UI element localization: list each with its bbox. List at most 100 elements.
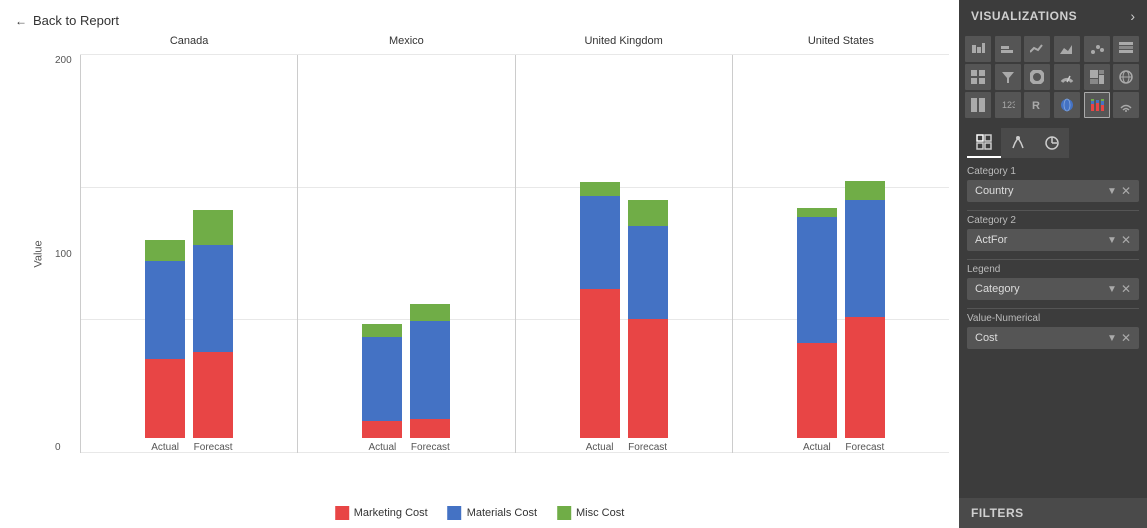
bar-segment-misc <box>145 240 185 261</box>
cat2-pill[interactable]: ActFor ▼ ✕ <box>967 229 1139 251</box>
bar-segment-materials <box>410 321 450 419</box>
viz-icon-stacked-col-active[interactable] <box>1084 92 1110 118</box>
bar-segment-marketing <box>362 421 402 438</box>
viz-icon-stacked-bar[interactable] <box>965 36 991 62</box>
bars-row-1: ActualForecast <box>298 55 514 453</box>
bar-segment-misc <box>580 182 620 196</box>
value-label: Value-Numerical <box>967 313 1139 324</box>
country-label-0: Canada <box>170 35 209 47</box>
legend-pill[interactable]: Category ▼ ✕ <box>967 278 1139 300</box>
bar-stack-2-0 <box>580 182 620 438</box>
bar-xlabel-1-0: Actual <box>368 442 396 453</box>
bar-segment-materials <box>145 261 185 359</box>
bars-container: CanadaActualForecastMexicoActualForecast… <box>80 55 949 453</box>
bar-xlabel-2-1: Forecast <box>628 442 667 453</box>
filters-header: FILTERS <box>959 498 1147 528</box>
value-pill[interactable]: Cost ▼ ✕ <box>967 327 1139 349</box>
chart-plot: CanadaActualForecastMexicoActualForecast… <box>80 55 949 453</box>
legend-actions: ▼ ✕ <box>1107 282 1131 296</box>
cat2-label: Category 2 <box>967 215 1139 226</box>
bar-stack-0-1 <box>193 210 233 438</box>
panel-expand-chevron[interactable]: › <box>1130 8 1135 24</box>
viz-icon-treemap[interactable] <box>1084 64 1110 90</box>
bar-stack-1-1 <box>410 304 450 438</box>
viz-icon-matrix[interactable] <box>965 64 991 90</box>
viz-icon-globe[interactable] <box>1113 64 1139 90</box>
divider-1 <box>967 210 1139 211</box>
bar-xlabel-3-0: Actual <box>803 442 831 453</box>
legend-chevron[interactable]: ▼ <box>1107 284 1117 295</box>
cat1-pill[interactable]: Country ▼ ✕ <box>967 180 1139 202</box>
value-value: Cost <box>975 332 998 344</box>
chart-legend: Marketing Cost Materials Cost Misc Cost <box>335 506 625 520</box>
bar-xlabel-3-1: Forecast <box>845 442 884 453</box>
back-button-label: Back to Report <box>33 13 119 28</box>
country-label-2: United Kingdom <box>584 35 662 47</box>
value-actions: ▼ ✕ <box>1107 331 1131 345</box>
viz-icon-bar[interactable] <box>995 36 1021 62</box>
country-group-united-states: United StatesActualForecast <box>732 55 949 453</box>
visualizations-header: VISUALIZATIONS › <box>959 0 1147 32</box>
cat1-chevron[interactable]: ▼ <box>1107 186 1117 197</box>
viz-icon-table[interactable] <box>1113 36 1139 62</box>
cat1-label: Category 1 <box>967 166 1139 177</box>
legend-misc: Misc Cost <box>557 506 624 520</box>
legend-materials-label: Materials Cost <box>467 507 537 519</box>
tab-analytics[interactable] <box>1035 128 1069 158</box>
viz-tabs <box>959 122 1147 158</box>
bar-segment-misc <box>628 200 668 226</box>
value-chevron[interactable]: ▼ <box>1107 333 1117 344</box>
field-section-value: Value-Numerical Cost ▼ ✕ <box>967 313 1139 349</box>
fields-area: Category 1 Country ▼ ✕ Category 2 ActFor… <box>959 158 1147 498</box>
country-group-united-kingdom: United KingdomActualForecast <box>515 55 732 453</box>
bar-stack-3-1 <box>845 181 885 438</box>
bar-segment-marketing <box>580 289 620 438</box>
field-section-cat1: Category 1 Country ▼ ✕ <box>967 166 1139 202</box>
viz-icon-map-filled[interactable] <box>1054 92 1080 118</box>
cat1-remove[interactable]: ✕ <box>1121 184 1131 198</box>
viz-icon-line[interactable] <box>1024 36 1050 62</box>
viz-icon-kpi[interactable]: 123 <box>995 92 1021 118</box>
bars-row-2: Actual Forecast <box>516 55 732 453</box>
bar-col-3-1: Forecast <box>845 181 885 453</box>
bar-segment-misc <box>410 304 450 321</box>
value-remove[interactable]: ✕ <box>1121 331 1131 345</box>
country-group-canada: CanadaActualForecast <box>80 55 297 453</box>
divider-3 <box>967 308 1139 309</box>
bar-segment-misc <box>193 210 233 245</box>
cat2-remove[interactable]: ✕ <box>1121 233 1131 247</box>
bar-segment-misc <box>797 208 837 217</box>
viz-icon-cards[interactable] <box>965 92 991 118</box>
viz-icon-scatter[interactable] <box>1084 36 1110 62</box>
viz-icon-area[interactable] <box>1054 36 1080 62</box>
viz-icon-r-icon[interactable]: R <box>1024 92 1050 118</box>
bar-segment-misc <box>845 181 885 200</box>
viz-icon-donut[interactable] <box>1024 64 1050 90</box>
bar-segment-materials <box>580 196 620 289</box>
legend-marketing: Marketing Cost <box>335 506 428 520</box>
back-arrow-icon: ← <box>15 14 27 28</box>
cat2-chevron[interactable]: ▼ <box>1107 235 1117 246</box>
bar-xlabel-2-0: Actual <box>586 442 614 453</box>
viz-icons-grid: 123 R <box>959 32 1147 122</box>
viz-icon-funnel[interactable] <box>995 64 1021 90</box>
legend-remove[interactable]: ✕ <box>1121 282 1131 296</box>
bar-xlabel-0-1: Forecast <box>194 442 233 453</box>
country-group-mexico: MexicoActualForecast <box>297 55 514 453</box>
legend-marketing-label: Marketing Cost <box>354 507 428 519</box>
viz-icon-gauge[interactable] <box>1054 64 1080 90</box>
filters-label: FILTERS <box>971 506 1024 520</box>
chart-area: ← Back to Report Value 0 100 200 CanadaA… <box>0 0 959 528</box>
field-section-legend: Legend Category ▼ ✕ <box>967 264 1139 300</box>
bar-segment-materials <box>797 217 837 343</box>
bars-row-3: Actual Forecast <box>733 55 949 453</box>
country-label-3: United States <box>808 35 874 47</box>
bar-xlabel-0-0: Actual <box>151 442 179 453</box>
tab-format[interactable] <box>1001 128 1035 158</box>
back-to-report-button[interactable]: ← Back to Report <box>5 5 129 36</box>
viz-icon-wifi[interactable] <box>1113 92 1139 118</box>
bar-segment-marketing <box>145 359 185 438</box>
bar-col-3-0: Actual <box>797 208 837 453</box>
bar-segment-marketing <box>628 319 668 438</box>
tab-fields[interactable] <box>967 128 1001 158</box>
